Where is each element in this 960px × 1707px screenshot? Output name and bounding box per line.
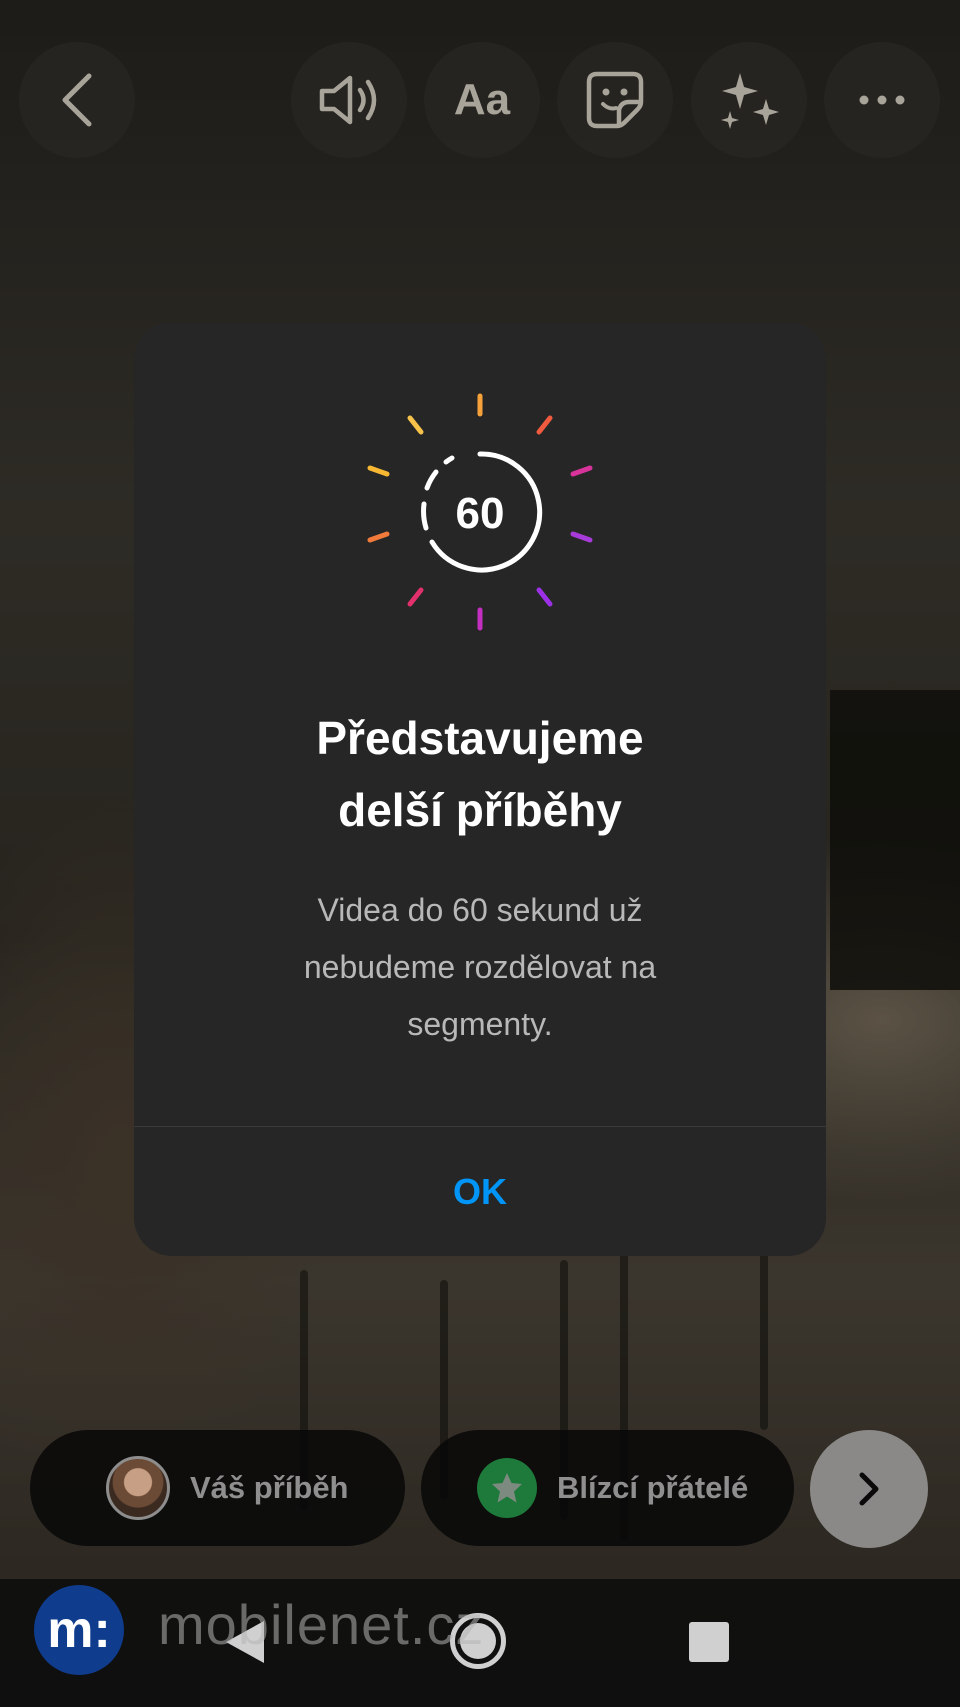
badge-number: 60 — [456, 489, 505, 538]
chevron-right-icon — [859, 1472, 879, 1506]
avatar — [106, 1456, 170, 1520]
longer-stories-dialog: 60 Představujeme delší příběhy Videa do … — [134, 322, 826, 1256]
next-button[interactable] — [810, 1430, 928, 1548]
dialog-title-line2: delší příběhy — [338, 784, 622, 836]
text-tool-button[interactable]: Aa — [424, 42, 540, 158]
sixty-seconds-badge-icon: 60 — [367, 393, 593, 631]
back-button[interactable] — [19, 42, 135, 158]
speaker-icon — [319, 75, 377, 125]
close-friends-button[interactable]: Blízcí přátelé — [421, 1430, 794, 1546]
back-icon — [62, 73, 92, 127]
nav-recents-icon[interactable] — [689, 1622, 729, 1662]
more-button[interactable] — [824, 42, 940, 158]
sticker-button[interactable] — [557, 42, 673, 158]
sparkles-icon — [721, 73, 779, 129]
dialog-description: Videa do 60 sekund už nebudeme rozdělova… — [303, 892, 657, 1042]
effects-button[interactable] — [691, 42, 807, 158]
ok-button[interactable]: OK — [134, 1127, 826, 1256]
close-friends-label: Blízcí přátelé — [557, 1470, 749, 1505]
dialog-title-line1: Představujeme — [316, 712, 644, 764]
sticker-icon — [586, 71, 644, 129]
your-story-button[interactable]: Váš příběh — [30, 1430, 405, 1546]
star-icon — [492, 1473, 522, 1503]
dialog-title: Představujeme delší příběhy — [134, 702, 826, 846]
text-tool-label: Aa — [453, 75, 511, 124]
sound-button[interactable] — [291, 42, 407, 158]
watermark-logo: m: — [34, 1585, 124, 1675]
watermark-text: mobilenet.cz — [158, 1593, 485, 1656]
more-icon — [859, 95, 905, 105]
your-story-label: Váš příběh — [190, 1470, 349, 1505]
close-friends-star-badge — [477, 1458, 537, 1518]
